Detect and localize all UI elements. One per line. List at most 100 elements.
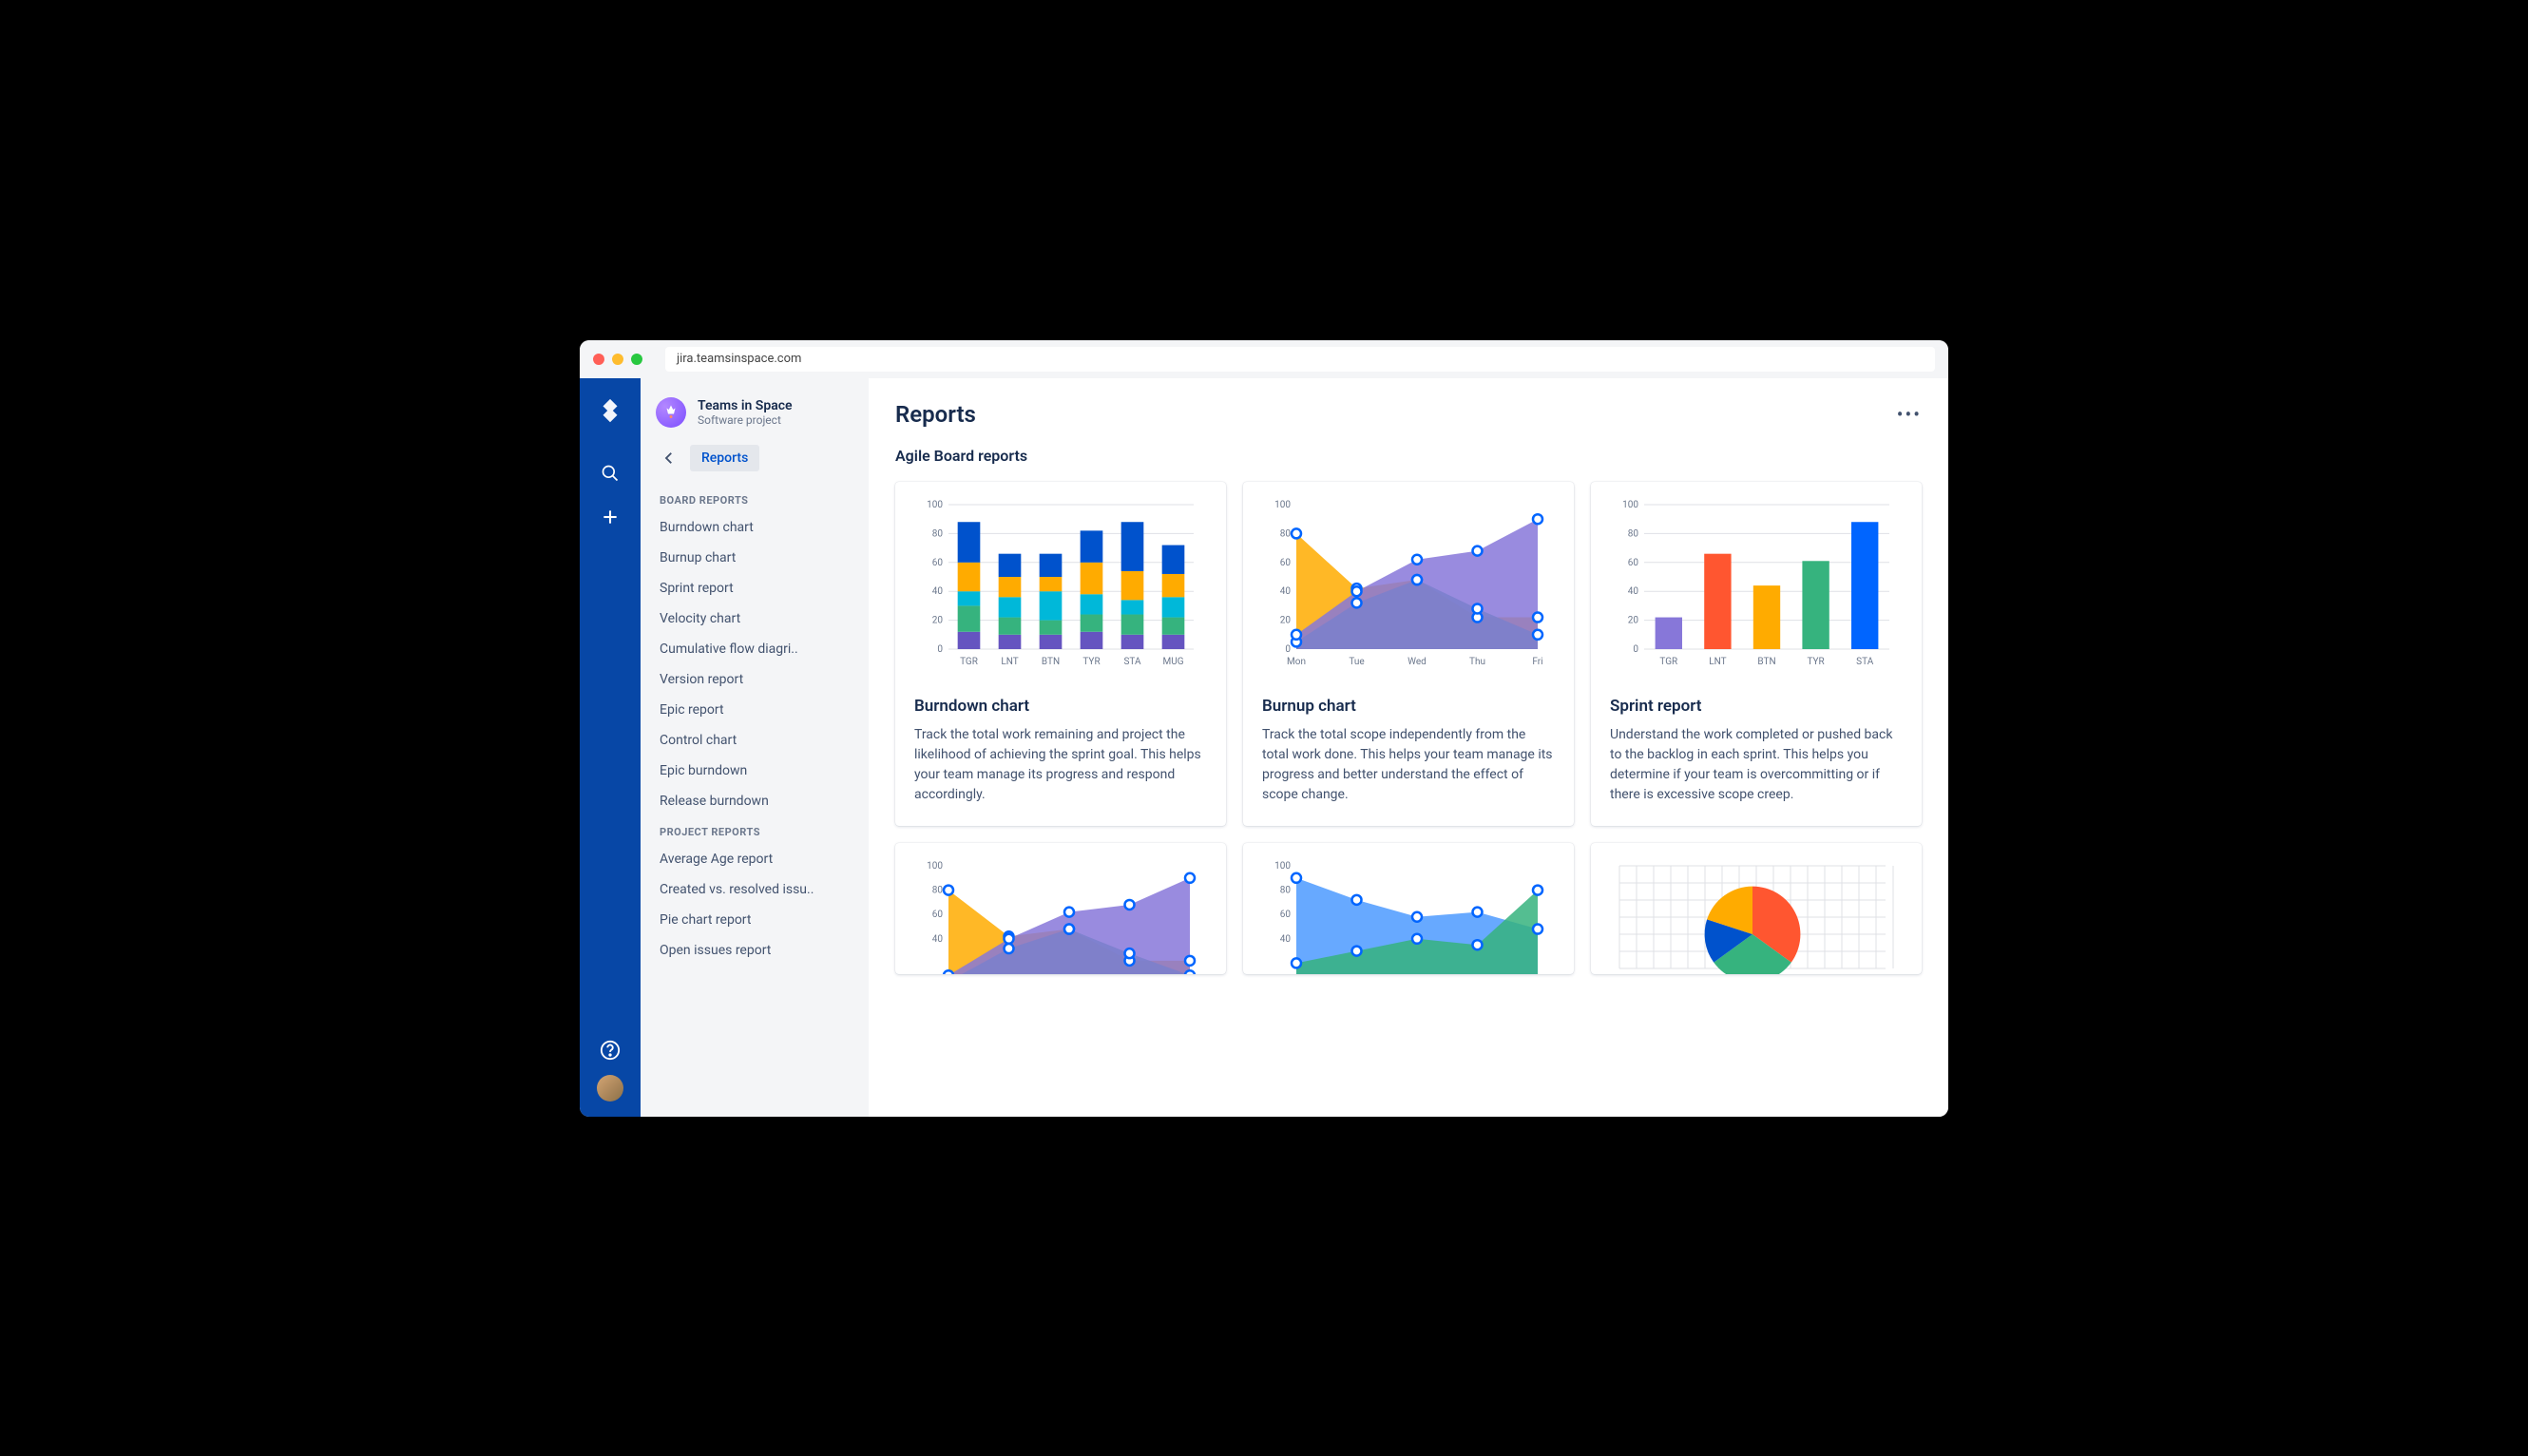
svg-text:40: 40 bbox=[932, 586, 944, 597]
sidebar-item[interactable]: Pie chart report bbox=[648, 905, 861, 935]
sidebar-item[interactable]: Velocity chart bbox=[648, 603, 861, 634]
project-name: Teams in Space bbox=[698, 398, 793, 413]
project-sidebar: Teams in Space Software project Reports … bbox=[641, 378, 869, 1117]
card-description: Understand the work completed or pushed … bbox=[1610, 725, 1903, 805]
jira-logo-icon[interactable] bbox=[596, 397, 624, 426]
report-card[interactable]: 020406080100TGRLNTBTNTYRSTAMUGBurndown c… bbox=[895, 482, 1226, 826]
chart-thumbnail bbox=[1610, 860, 1903, 974]
chart-thumbnail: 020406080100TGRLNTBTNTYRSTAMUG bbox=[914, 499, 1207, 680]
svg-text:60: 60 bbox=[1280, 557, 1292, 567]
browser-chrome: jira.teamsinspace.com bbox=[580, 340, 1948, 378]
svg-text:80: 80 bbox=[932, 528, 944, 539]
svg-text:20: 20 bbox=[1280, 615, 1292, 625]
svg-text:0: 0 bbox=[1633, 644, 1638, 655]
svg-text:STA: STA bbox=[1856, 657, 1874, 667]
svg-text:100: 100 bbox=[1274, 500, 1291, 510]
sidebar-heading-board-reports: BOARD REPORTS bbox=[648, 485, 861, 512]
sidebar-item[interactable]: Control chart bbox=[648, 725, 861, 756]
sidebar-item[interactable]: Burnup chart bbox=[648, 543, 861, 573]
svg-text:Wed: Wed bbox=[1408, 657, 1427, 667]
svg-text:TGR: TGR bbox=[960, 657, 978, 667]
window-controls bbox=[593, 354, 642, 365]
svg-text:MUG: MUG bbox=[1162, 657, 1183, 667]
svg-text:LNT: LNT bbox=[1001, 657, 1018, 667]
report-card[interactable]: 40 60 80 100 bbox=[895, 843, 1226, 974]
card-description: Track the total scope independently from… bbox=[1262, 725, 1555, 805]
card-title: Burndown chart bbox=[914, 697, 1207, 716]
more-actions-icon[interactable]: ••• bbox=[1897, 403, 1922, 426]
sidebar-item[interactable]: Epic burndown bbox=[648, 756, 861, 786]
create-icon[interactable] bbox=[591, 498, 629, 536]
project-header[interactable]: Teams in Space Software project bbox=[648, 397, 861, 445]
search-icon[interactable] bbox=[591, 454, 629, 492]
url-text: jira.teamsinspace.com bbox=[677, 352, 801, 366]
report-card[interactable]: 020406080100TGRLNTBTNTYRSTASprint report… bbox=[1591, 482, 1922, 826]
help-icon[interactable] bbox=[591, 1031, 629, 1069]
svg-text:TGR: TGR bbox=[1659, 657, 1677, 667]
back-button[interactable] bbox=[656, 445, 682, 471]
report-cards-grid-2: 40 60 80 100 40 60 80 100 bbox=[895, 843, 1922, 974]
svg-text:100: 100 bbox=[1274, 861, 1291, 872]
report-card[interactable]: 40 60 80 100 bbox=[1243, 843, 1574, 974]
report-card[interactable]: 020406080100MonTueWedThuFriBurnup chartT… bbox=[1243, 482, 1574, 826]
report-cards-grid: 0 20 40 60 80 100 TGR LNT BTN TYR STA MUG Burndown c… bbox=[895, 482, 1922, 826]
svg-text:40: 40 bbox=[1280, 933, 1292, 944]
project-icon bbox=[656, 397, 686, 428]
breadcrumb: Reports bbox=[648, 445, 861, 485]
sidebar-item[interactable]: Epic report bbox=[648, 695, 861, 725]
sidebar-heading-project-reports: PROJECT REPORTS bbox=[648, 816, 861, 844]
svg-text:100: 100 bbox=[927, 500, 943, 510]
svg-text:40: 40 bbox=[1280, 586, 1292, 597]
app-window: jira.teamsinspace.com bbox=[580, 340, 1948, 1117]
svg-text:60: 60 bbox=[1628, 557, 1639, 567]
svg-text:40: 40 bbox=[1628, 586, 1639, 597]
svg-text:0: 0 bbox=[937, 644, 943, 655]
sidebar-item[interactable]: Release burndown bbox=[648, 786, 861, 816]
sidebar-item[interactable]: Average Age report bbox=[648, 844, 861, 874]
chart-thumbnail: 020406080100TGRLNTBTNTYRSTA bbox=[1610, 499, 1903, 680]
report-card[interactable] bbox=[1591, 843, 1922, 974]
sidebar-item[interactable]: Cumulative flow diagri.. bbox=[648, 634, 861, 664]
minimize-window-button[interactable] bbox=[612, 354, 623, 365]
svg-text:Mon: Mon bbox=[1287, 657, 1306, 667]
global-nav bbox=[580, 378, 641, 1117]
svg-text:TYR: TYR bbox=[1807, 657, 1824, 667]
sidebar-item[interactable]: Burndown chart bbox=[648, 512, 861, 543]
maximize-window-button[interactable] bbox=[631, 354, 642, 365]
svg-text:80: 80 bbox=[1628, 528, 1639, 539]
close-window-button[interactable] bbox=[593, 354, 604, 365]
svg-text:100: 100 bbox=[1622, 500, 1638, 510]
svg-text:80: 80 bbox=[932, 885, 944, 895]
chart-thumbnail: 40 60 80 100 bbox=[1262, 860, 1555, 974]
svg-text:100: 100 bbox=[927, 861, 943, 872]
svg-text:80: 80 bbox=[1280, 885, 1292, 895]
chart-thumbnail: 40 60 80 100 bbox=[914, 860, 1207, 974]
breadcrumb-current[interactable]: Reports bbox=[690, 445, 759, 471]
page-header: Reports ••• bbox=[895, 401, 1922, 428]
user-avatar[interactable] bbox=[597, 1075, 623, 1102]
sidebar-item[interactable]: Created vs. resolved issu.. bbox=[648, 874, 861, 905]
svg-text:60: 60 bbox=[932, 910, 944, 920]
svg-text:40: 40 bbox=[932, 933, 944, 944]
card-title: Burnup chart bbox=[1262, 697, 1555, 716]
svg-text:BTN: BTN bbox=[1042, 657, 1060, 667]
svg-text:BTN: BTN bbox=[1757, 657, 1775, 667]
svg-text:60: 60 bbox=[932, 557, 944, 567]
page-title: Reports bbox=[895, 401, 976, 428]
svg-text:60: 60 bbox=[1280, 910, 1292, 920]
url-bar[interactable]: jira.teamsinspace.com bbox=[665, 347, 1935, 372]
sidebar-item[interactable]: Sprint report bbox=[648, 573, 861, 603]
project-type: Software project bbox=[698, 413, 793, 427]
chart-thumbnail: 020406080100MonTueWedThuFri bbox=[1262, 499, 1555, 680]
main-content: Reports ••• Agile Board reports 02040608… bbox=[869, 378, 1948, 1117]
svg-text:TYR: TYR bbox=[1082, 657, 1100, 667]
card-description: Track the total work remaining and proje… bbox=[914, 725, 1207, 805]
svg-text:0: 0 bbox=[1285, 644, 1291, 655]
svg-text:20: 20 bbox=[932, 615, 944, 625]
svg-text:Tue: Tue bbox=[1349, 657, 1364, 667]
sidebar-item[interactable]: Version report bbox=[648, 664, 861, 695]
sidebar-item[interactable]: Open issues report bbox=[648, 935, 861, 966]
card-title: Sprint report bbox=[1610, 697, 1903, 716]
svg-text:LNT: LNT bbox=[1709, 657, 1726, 667]
app-body: Teams in Space Software project Reports … bbox=[580, 378, 1948, 1117]
